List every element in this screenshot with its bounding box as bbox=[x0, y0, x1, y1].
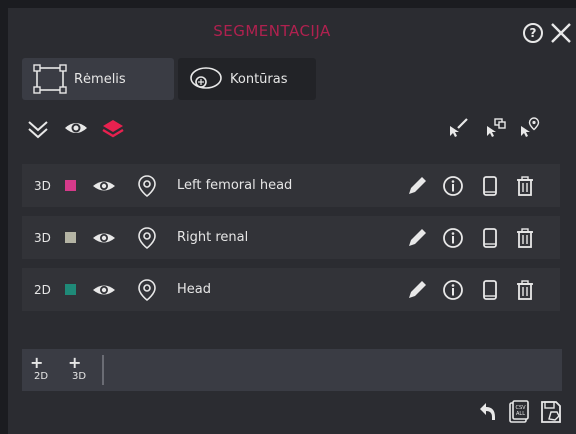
segment-row[interactable]: 2D Head bbox=[22, 268, 560, 311]
collapse-all-icon[interactable] bbox=[26, 117, 50, 141]
export-csv-all-icon[interactable]: CSV ALL bbox=[508, 400, 530, 424]
tab-contour[interactable]: Kontūras bbox=[178, 58, 316, 100]
info-icon[interactable] bbox=[442, 227, 464, 249]
segment-dimension: 3D bbox=[34, 230, 51, 245]
segment-row[interactable]: 3D Right renal bbox=[22, 216, 560, 259]
add-segment-bar: + 2D + 3D bbox=[22, 349, 562, 391]
info-icon[interactable] bbox=[442, 279, 464, 301]
segment-name: Head bbox=[177, 282, 211, 297]
svg-text:ALL: ALL bbox=[516, 411, 525, 417]
eye-icon[interactable] bbox=[92, 282, 116, 298]
tab-bounding-box-label: Rėmelis bbox=[74, 71, 126, 87]
pencil-icon[interactable] bbox=[406, 227, 428, 249]
copy-icon[interactable] bbox=[479, 175, 501, 197]
divider bbox=[102, 355, 104, 385]
undo-icon[interactable] bbox=[476, 400, 498, 424]
location-pin-icon[interactable] bbox=[136, 278, 158, 302]
plus-icon: + bbox=[68, 353, 82, 372]
segment-color-swatch[interactable] bbox=[65, 232, 76, 243]
eye-icon[interactable] bbox=[63, 118, 89, 138]
segment-name: Left femoral head bbox=[177, 178, 293, 193]
segment-color-swatch[interactable] bbox=[65, 180, 76, 191]
trash-icon[interactable] bbox=[514, 227, 536, 249]
eye-icon[interactable] bbox=[92, 178, 116, 194]
pointer-pen-icon[interactable] bbox=[446, 116, 470, 140]
trash-icon[interactable] bbox=[514, 279, 536, 301]
pencil-icon[interactable] bbox=[406, 175, 428, 197]
segment-name: Right renal bbox=[177, 230, 249, 245]
add-2d-label: 2D bbox=[34, 371, 49, 382]
segment-dimension: 2D bbox=[34, 282, 51, 297]
close-icon[interactable] bbox=[549, 20, 573, 46]
add-3d-label: 3D bbox=[72, 371, 87, 382]
add-2d-button[interactable]: + 2D bbox=[30, 353, 56, 385]
pointer-pin-icon[interactable] bbox=[517, 116, 541, 140]
help-button[interactable]: ? bbox=[523, 23, 543, 43]
bounding-box-icon bbox=[33, 64, 67, 94]
trash-icon[interactable] bbox=[514, 175, 536, 197]
location-pin-icon[interactable] bbox=[136, 174, 158, 198]
tab-bounding-box[interactable]: Rėmelis bbox=[22, 58, 174, 100]
segment-row[interactable]: 3D Left femoral head bbox=[22, 164, 560, 207]
pointer-box-icon[interactable] bbox=[483, 116, 507, 140]
plus-icon: + bbox=[30, 353, 44, 372]
layers-icon[interactable] bbox=[101, 117, 125, 141]
add-3d-button[interactable]: + 3D bbox=[68, 353, 94, 385]
tab-contour-label: Kontūras bbox=[230, 71, 288, 87]
panel-title: SEGMENTACIJA bbox=[213, 22, 331, 40]
info-icon[interactable] bbox=[442, 175, 464, 197]
segment-color-swatch[interactable] bbox=[65, 284, 76, 295]
location-pin-icon[interactable] bbox=[136, 226, 158, 250]
copy-icon[interactable] bbox=[479, 227, 501, 249]
copy-icon[interactable] bbox=[479, 279, 501, 301]
save-icon[interactable] bbox=[540, 400, 562, 424]
eye-icon[interactable] bbox=[92, 230, 116, 246]
pencil-icon[interactable] bbox=[406, 279, 428, 301]
segment-dimension: 3D bbox=[34, 178, 51, 193]
contour-icon bbox=[190, 67, 222, 89]
